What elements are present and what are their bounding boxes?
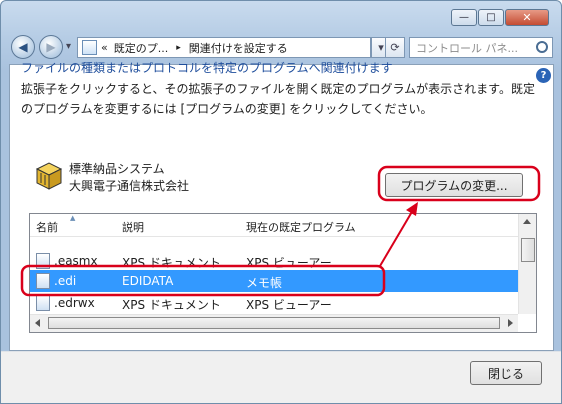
forward-arrow-icon: ▶ xyxy=(46,40,56,54)
column-header-name[interactable]: 名前 xyxy=(36,219,58,235)
scroll-thumb[interactable] xyxy=(521,238,535,262)
program-publisher: 大興電子通信株式会社 xyxy=(69,179,190,193)
scroll-right-arrow-icon[interactable] xyxy=(508,319,513,327)
scroll-left-arrow-icon[interactable] xyxy=(35,319,40,327)
breadcrumb-overflow[interactable]: « xyxy=(101,41,108,54)
search-placeholder: コントロール パネ... xyxy=(416,41,518,55)
close-button[interactable]: 閉じる xyxy=(470,361,542,385)
control-panel-window: — □ ✕ ◀ ▶ ▾ « 既定のプ... ▸ 関連付けを設定する ▾ ⟳ コン… xyxy=(0,0,562,404)
breadcrumb-separator-icon[interactable]: ▸ xyxy=(176,43,181,53)
list-header: 名前 ▲ 説明 現在の既定プログラム xyxy=(30,214,518,237)
list-row[interactable]: .edrwx XPS ドキュメント XPS ビューアー xyxy=(30,292,518,314)
row-program: メモ帳 xyxy=(246,276,283,290)
list-row[interactable]: .easmx XPS ドキュメント XPS ビューアー xyxy=(30,250,518,272)
row-name: .edi xyxy=(54,274,77,288)
list-row-selected[interactable]: .edi EDIDATA メモ帳 xyxy=(30,270,518,292)
row-description: XPS ドキュメント xyxy=(122,256,221,270)
description-text: 拡張子をクリックすると、その拡張子のファイルを開く既定のプログラムが表示されます… xyxy=(21,82,535,116)
column-header-default-program[interactable]: 現在の既定プログラム xyxy=(246,219,356,235)
row-name: .edrwx xyxy=(54,296,95,310)
program-icon xyxy=(35,161,63,191)
file-icon xyxy=(36,253,50,269)
close-window-button[interactable]: ✕ xyxy=(505,9,549,26)
forward-button[interactable]: ▶ xyxy=(39,35,63,59)
file-association-list[interactable]: 名前 ▲ 説明 現在の既定プログラム .easmx XPS ドキュメント XPS… xyxy=(29,213,537,333)
file-icon xyxy=(36,273,50,289)
minimize-button[interactable]: — xyxy=(451,9,477,26)
window-controls: — □ ✕ xyxy=(450,9,549,26)
chevron-down-icon: ▾ xyxy=(378,41,384,54)
row-description: EDIDATA xyxy=(122,274,174,288)
row-description: XPS ドキュメント xyxy=(122,298,221,312)
history-dropdown-icon[interactable]: ▾ xyxy=(66,41,71,52)
sort-arrow-icon: ▲ xyxy=(70,214,76,222)
refresh-button[interactable]: ⟳ xyxy=(385,37,405,58)
page-title: ファイルの種類またはプロトコルを特定のプログラムへ関連付けます xyxy=(21,61,393,75)
horizontal-scrollbar[interactable] xyxy=(30,314,518,332)
back-button[interactable]: ◀ xyxy=(11,35,35,59)
scroll-thumb-horizontal[interactable] xyxy=(48,317,500,329)
row-name: .easmx xyxy=(54,254,98,268)
program-name: 標準納品システム xyxy=(69,162,165,176)
breadcrumb-default-programs[interactable]: 既定のプ... xyxy=(114,40,169,56)
vertical-scrollbar[interactable] xyxy=(518,214,536,314)
control-panel-icon xyxy=(82,40,97,55)
change-program-button[interactable]: プログラムの変更... xyxy=(385,173,523,197)
row-program: XPS ビューアー xyxy=(246,256,332,270)
breadcrumb-set-associations[interactable]: 関連付けを設定する xyxy=(189,40,288,56)
file-icon xyxy=(36,295,50,311)
column-header-description[interactable]: 説明 xyxy=(122,219,144,235)
scroll-up-arrow-icon[interactable] xyxy=(523,219,531,224)
search-input[interactable]: コントロール パネ... xyxy=(409,37,553,58)
back-arrow-icon: ◀ xyxy=(18,40,28,54)
program-info: 標準納品システム 大興電子通信株式会社 xyxy=(69,161,189,195)
refresh-icon: ⟳ xyxy=(390,41,400,54)
navigation-bar: ◀ ▶ ▾ « 既定のプ... ▸ 関連付けを設定する ▾ ⟳ コントロール パ… xyxy=(9,33,553,59)
address-bar[interactable]: « 既定のプ... ▸ 関連付けを設定する xyxy=(77,37,371,58)
search-icon xyxy=(536,41,548,53)
maximize-button[interactable]: □ xyxy=(478,9,504,26)
row-program: XPS ビューアー xyxy=(246,298,332,312)
